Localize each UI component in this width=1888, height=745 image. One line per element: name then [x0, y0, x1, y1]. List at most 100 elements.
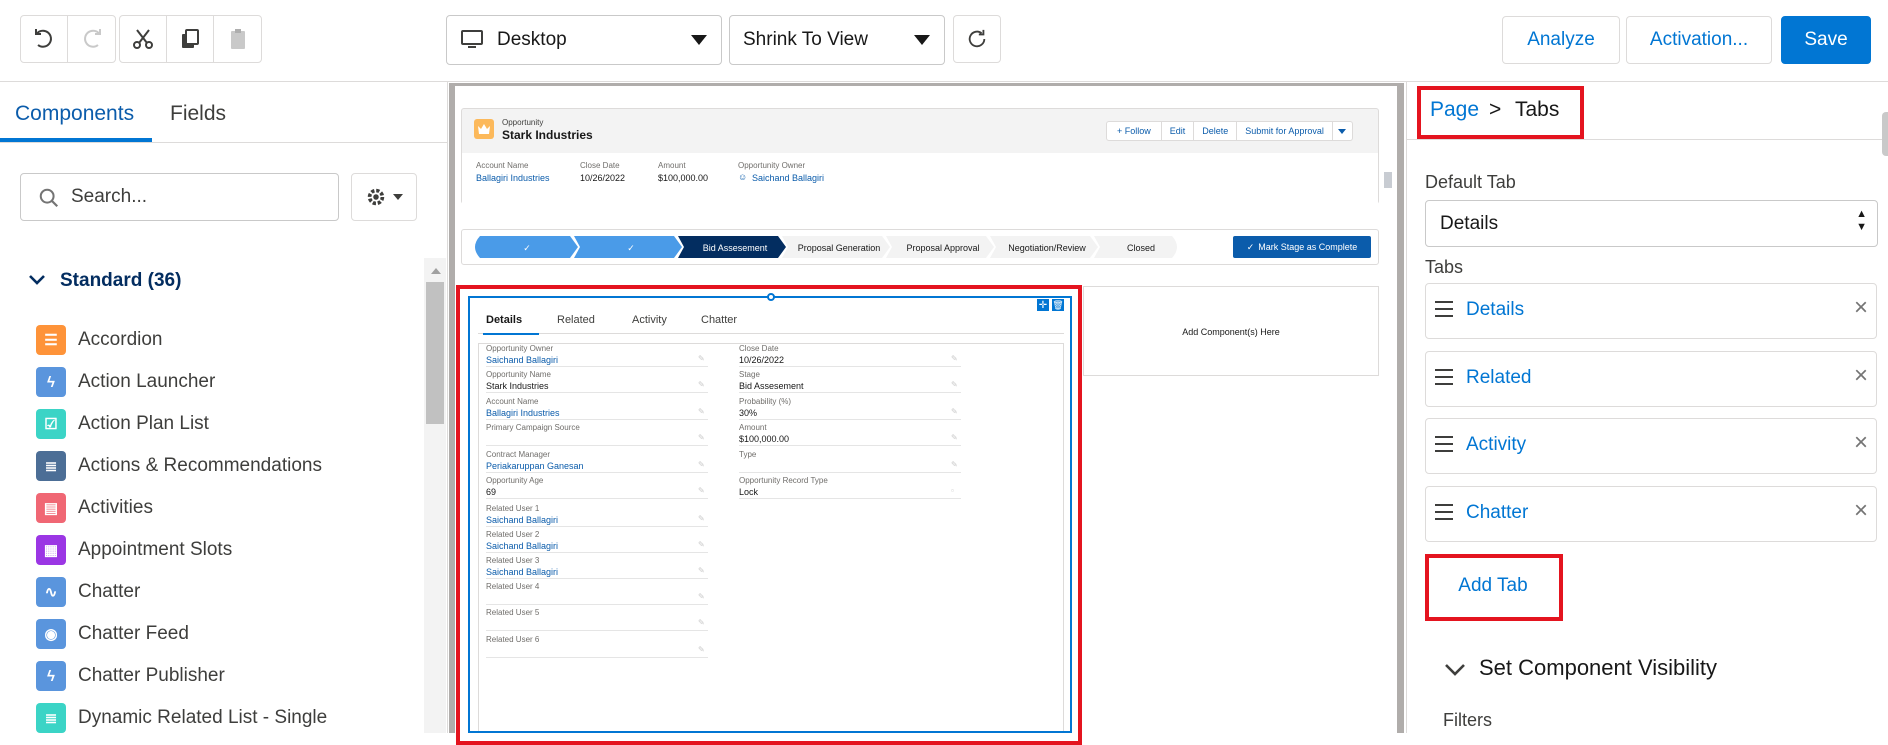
accordion-icon: ☰	[36, 325, 66, 355]
redo-button[interactable]	[68, 16, 115, 62]
drag-handle-icon[interactable]	[1435, 369, 1453, 385]
gear-icon	[367, 188, 385, 206]
scrollbar-thumb[interactable]	[426, 282, 444, 424]
tab-row[interactable]: Details ×	[1425, 283, 1877, 339]
panel-collapse-handle[interactable]	[1882, 112, 1888, 156]
cut-button[interactable]	[120, 16, 167, 62]
refresh-button[interactable]	[954, 16, 1000, 62]
tab-row[interactable]: Chatter ×	[1425, 486, 1877, 542]
mark-stage-complete-button[interactable]: ✓ Mark Stage as Complete	[1233, 236, 1371, 258]
drag-handle-bar	[1435, 308, 1453, 310]
component-item[interactable]: ◉ Chatter Feed	[36, 618, 189, 650]
highlight-field-label: Opportunity Owner	[738, 161, 806, 170]
filters-label: Filters	[1443, 710, 1492, 730]
tab-row-label[interactable]: Activity	[1466, 434, 1526, 456]
path-stages: ✓ ✓ Bid Assesement Proposal Generation Propo…	[475, 236, 1177, 258]
component-item-label: Chatter Publisher	[78, 665, 225, 686]
component-item-label: Dynamic Related List - Single	[78, 707, 328, 728]
pulse-icon: ∿	[36, 577, 66, 607]
highlight-field-value[interactable]: Saichand Ballagiri	[752, 173, 824, 183]
close-icon[interactable]: ×	[1854, 296, 1868, 320]
drag-handle-icon[interactable]	[1435, 504, 1453, 520]
delete-button[interactable]: Delete	[1194, 121, 1238, 141]
refresh-group	[953, 15, 1001, 63]
clipboard-icon: ▤	[36, 493, 66, 523]
component-item[interactable]: ϟ Action Launcher	[36, 366, 215, 398]
drag-handle-icon[interactable]	[1435, 436, 1453, 452]
drag-handle-icon[interactable]	[1435, 301, 1453, 317]
tab-row[interactable]: Activity ×	[1425, 418, 1877, 474]
tab-row-label[interactable]: Chatter	[1466, 502, 1528, 524]
user-icon: ☺	[738, 172, 748, 182]
component-item[interactable]: ≣ Actions & Recommendations	[36, 450, 322, 482]
chevron-down-icon	[1338, 128, 1347, 134]
close-icon[interactable]: ×	[1854, 499, 1868, 523]
component-item[interactable]: ∿ Chatter	[36, 576, 140, 608]
drag-handle-bar	[1435, 383, 1453, 385]
add-tab-highlight	[1425, 554, 1563, 621]
highlight-field-label: Account Name	[476, 161, 529, 170]
section-title-standard[interactable]: Standard (36)	[60, 270, 181, 292]
tab-components[interactable]: Components	[15, 102, 134, 126]
record-header[interactable]: Opportunity Stark Industries + Follow Ed…	[461, 108, 1379, 204]
select-arrows-icon: ▲ ▼	[1856, 208, 1867, 233]
component-item-label: Actions & Recommendations	[78, 455, 322, 476]
component-item[interactable]: ☰ Accordion	[36, 324, 163, 356]
edit-button[interactable]: Edit	[1161, 121, 1195, 141]
tab-row-label[interactable]: Details	[1466, 299, 1524, 321]
drag-handle-bar	[1435, 315, 1453, 317]
submit-for-approval-button[interactable]: Submit for Approval	[1237, 121, 1333, 141]
drag-handle-bar	[1435, 369, 1453, 371]
edit-actions-group	[119, 15, 262, 63]
save-button[interactable]: Save	[1781, 16, 1871, 64]
set-component-visibility-title[interactable]: Set Component Visibility	[1479, 655, 1717, 681]
component-item[interactable]: ϟ Chatter Publisher	[36, 660, 225, 692]
component-item[interactable]: ☑ Action Plan List	[36, 408, 209, 440]
path-stage-label: Closed	[1127, 243, 1155, 253]
component-item-label: Activities	[78, 497, 153, 518]
device-select-value: Desktop	[497, 29, 567, 50]
view-mode-select[interactable]: Shrink To View	[729, 15, 945, 65]
component-item[interactable]: ▤ Activities	[36, 492, 153, 524]
highlight-field-label: Amount	[658, 161, 686, 170]
follow-button[interactable]: + Follow	[1106, 121, 1162, 141]
path-stage-label: Bid Assesement	[703, 243, 768, 253]
default-tab-select[interactable]: Details ▲ ▼	[1425, 200, 1878, 247]
components-panel: Components Fields Search... Standard (36…	[0, 82, 448, 733]
tab-row-label[interactable]: Related	[1466, 367, 1532, 389]
analyze-button[interactable]: Analyze	[1502, 16, 1620, 64]
chevron-down-icon	[691, 35, 707, 45]
resize-handle[interactable]	[1384, 172, 1392, 188]
checkmark-icon: ✓	[627, 243, 635, 253]
undo-button[interactable]	[21, 16, 68, 62]
settings-menu-button[interactable]	[351, 173, 417, 221]
highlight-field-value[interactable]: Ballagiri Industries	[476, 173, 550, 183]
record-actions: + Follow Edit Delete Submit for Approval	[1106, 121, 1353, 141]
close-icon[interactable]: ×	[1854, 431, 1868, 455]
scrollbar[interactable]	[424, 258, 446, 733]
default-tab-value: Details	[1440, 212, 1499, 234]
highlight-field-label: Close Date	[580, 161, 620, 170]
tab-row[interactable]: Related ×	[1425, 351, 1877, 407]
copy-button[interactable]	[167, 16, 214, 62]
chevron-down-icon[interactable]	[28, 273, 46, 287]
builder-toolbar: Desktop Shrink To View Analyze Activatio…	[0, 0, 1888, 82]
component-item[interactable]: ▦ Appointment Slots	[36, 534, 232, 566]
component-item-label: Action Plan List	[78, 413, 209, 434]
component-item-label: Chatter Feed	[78, 623, 189, 644]
list-icon: ≣	[36, 703, 66, 733]
component-item[interactable]: ≣ Dynamic Related List - Single	[36, 702, 327, 734]
chevron-down-icon	[393, 194, 403, 200]
search-input[interactable]: Search...	[20, 173, 339, 221]
tab-fields[interactable]: Fields	[170, 102, 226, 126]
chevron-down-icon[interactable]	[1444, 662, 1466, 678]
activation-button[interactable]: Activation...	[1626, 16, 1772, 64]
more-actions-button[interactable]	[1332, 121, 1353, 141]
checkmark-icon: ✓	[523, 243, 531, 253]
lightning-icon: ϟ	[36, 661, 66, 691]
redo-icon	[83, 29, 101, 48]
paste-button[interactable]	[214, 16, 261, 62]
scroll-up-icon[interactable]	[431, 268, 441, 274]
close-icon[interactable]: ×	[1854, 364, 1868, 388]
device-select[interactable]: Desktop	[446, 15, 722, 65]
